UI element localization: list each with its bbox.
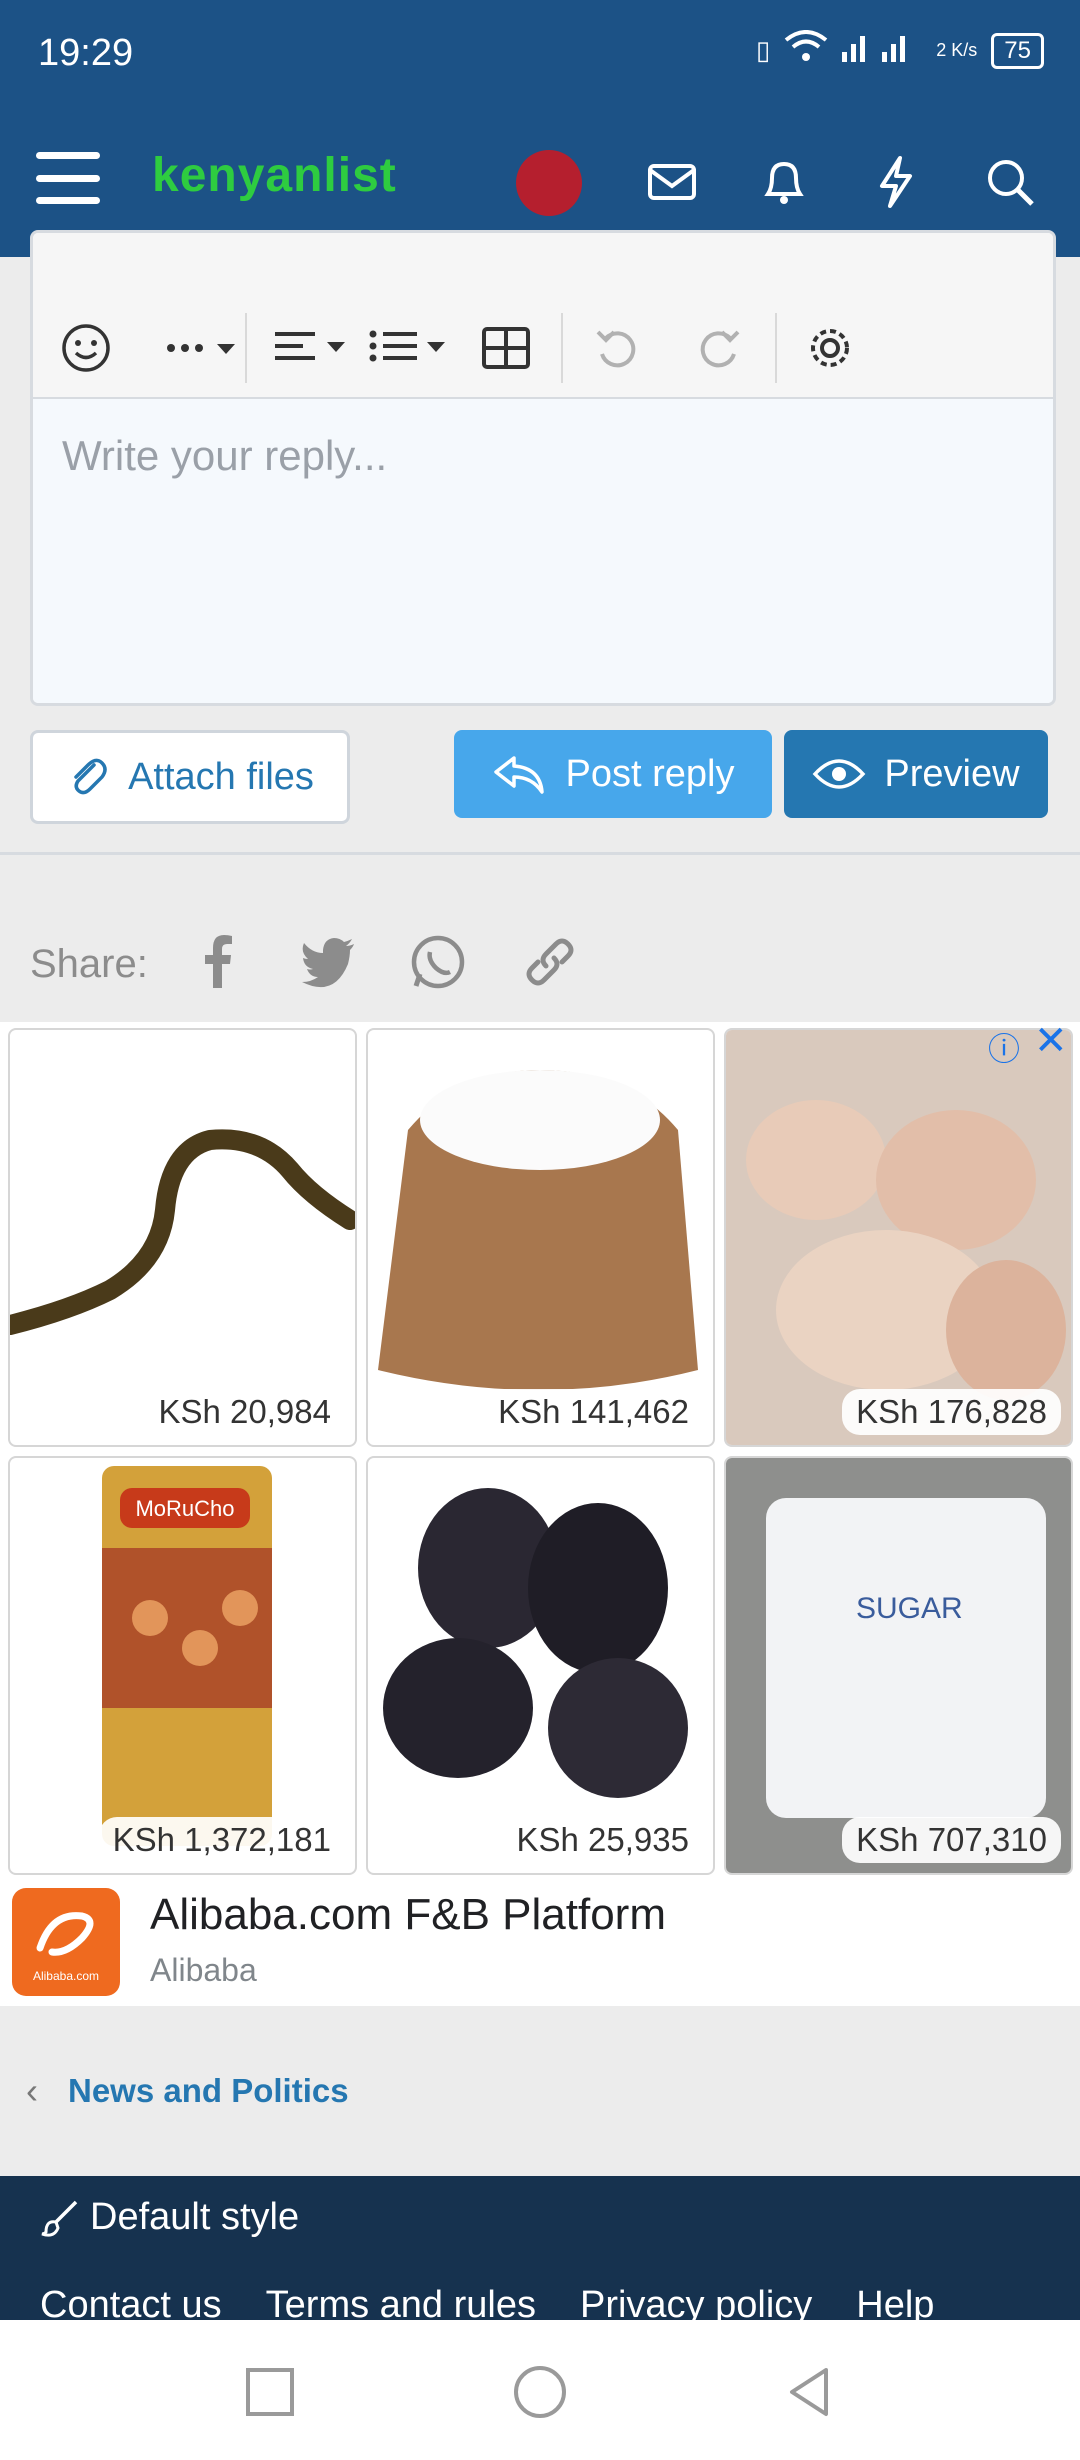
ad-product-tile[interactable]: KSh 20,984 [8, 1028, 357, 1447]
share-label: Share: [30, 942, 148, 986]
ad-close-icon[interactable]: ✕ [1034, 1018, 1068, 1064]
vibrate-icon: ▯ [755, 35, 771, 65]
lightning-icon[interactable] [864, 150, 928, 214]
twitter-icon[interactable] [296, 930, 360, 994]
eye-icon [813, 759, 866, 789]
advertiser-logo-text: Alibaba.com [33, 1969, 99, 1983]
editor-toolbar [33, 233, 1053, 399]
avatar[interactable] [516, 150, 582, 216]
undo-button[interactable] [581, 313, 651, 383]
table-button[interactable] [471, 313, 541, 383]
frog-legs-image [726, 1030, 1071, 1445]
advertiser-subtitle: Alibaba [150, 1952, 257, 1988]
sugar-sack-image [378, 1070, 698, 1390]
ad-info-icon[interactable]: ⓘ [988, 1024, 1020, 1070]
alibaba-logo-icon: Alibaba.com [33, 1912, 99, 1983]
ad-product-tile[interactable]: KSh 141,462 [366, 1028, 715, 1447]
product-price: KSh 141,462 [484, 1389, 703, 1435]
eel-image [10, 1129, 355, 1335]
whatsapp-icon[interactable] [406, 930, 470, 994]
ad-product-tile[interactable]: KSh 176,828 [724, 1028, 1073, 1447]
home-icon[interactable] [510, 2362, 570, 2422]
list-button[interactable] [363, 313, 453, 383]
gear-icon [811, 329, 849, 367]
ad-product-tile[interactable]: MoRuCho KSh 1,372,181 [8, 1456, 357, 1875]
post-reply-button[interactable]: Post reply [454, 730, 772, 818]
wifi-icon [784, 30, 828, 71]
paintbrush-icon [41, 2200, 78, 2237]
mail-icon[interactable] [640, 150, 704, 214]
ad-product-tile[interactable]: SUGAR KSh 707,310 [724, 1456, 1073, 1875]
emoji-button[interactable] [51, 313, 121, 383]
more-dots-icon [167, 344, 235, 354]
menu-button[interactable] [36, 152, 100, 204]
network-speed: 2 K/s [936, 40, 978, 60]
product-price: KSh 176,828 [842, 1389, 1061, 1435]
style-chooser-link[interactable]: Default style [40, 2196, 299, 2239]
chevron-left-icon: ‹ [26, 2070, 38, 2111]
reply-placeholder: Write your reply... [62, 432, 388, 479]
link-icon[interactable] [518, 930, 582, 994]
product-price: KSh 707,310 [842, 1817, 1061, 1863]
product-price: KSh 1,372,181 [98, 1817, 345, 1863]
table-icon [482, 327, 530, 369]
snack-brand-label: MoRuCho [135, 1496, 234, 1521]
status-icons: ▯ 2 K/s 75 [756, 30, 1044, 71]
redo-icon [700, 330, 740, 368]
sugar-bag-label: SUGAR [856, 1592, 963, 1625]
toolbar-divider [775, 313, 777, 383]
site-logo[interactable]: kenyanlist [152, 148, 397, 203]
settings-button[interactable] [795, 313, 865, 383]
preview-button[interactable]: Preview [784, 730, 1048, 818]
smiley-icon [62, 324, 110, 372]
sugar-bag-image: SUGAR [726, 1458, 1071, 1873]
align-left-icon [275, 332, 345, 360]
attach-files-button[interactable]: Attach files [30, 730, 350, 824]
reply-arrow-icon [493, 756, 544, 794]
style-label: Default style [90, 2196, 300, 2238]
product-price: KSh 20,984 [144, 1389, 345, 1435]
advertiser-logo[interactable]: Alibaba.com [12, 1888, 120, 1996]
section-divider [0, 852, 1080, 855]
back-icon[interactable] [780, 2362, 840, 2422]
post-reply-label: Post reply [565, 752, 735, 795]
more-options-button[interactable] [153, 313, 253, 383]
dates-image [383, 1488, 688, 1798]
search-icon[interactable] [978, 150, 1042, 214]
attach-files-label: Attach files [128, 755, 314, 798]
bell-icon[interactable] [752, 150, 816, 214]
undo-icon [596, 330, 636, 368]
toolbar-divider [561, 313, 563, 383]
battery-indicator: 75 [991, 32, 1044, 69]
breadcrumb-link[interactable]: News and Politics [68, 2072, 349, 2110]
snack-can-image: MoRuCho [102, 1466, 272, 1846]
paperclip-icon [74, 758, 107, 795]
redo-button[interactable] [685, 313, 755, 383]
product-price: KSh 25,935 [502, 1817, 703, 1863]
advertiser-title[interactable]: Alibaba.com F&B Platform [150, 1890, 666, 1940]
list-icon [369, 330, 445, 362]
ad-product-tile[interactable]: KSh 25,935 [366, 1456, 715, 1875]
recents-icon[interactable] [240, 2362, 300, 2422]
toolbar-divider [245, 313, 247, 383]
facebook-icon[interactable] [186, 930, 250, 994]
align-button[interactable] [265, 313, 355, 383]
status-time: 19:29 [38, 32, 134, 74]
preview-label: Preview [884, 752, 1020, 795]
signal-icon [842, 30, 922, 71]
